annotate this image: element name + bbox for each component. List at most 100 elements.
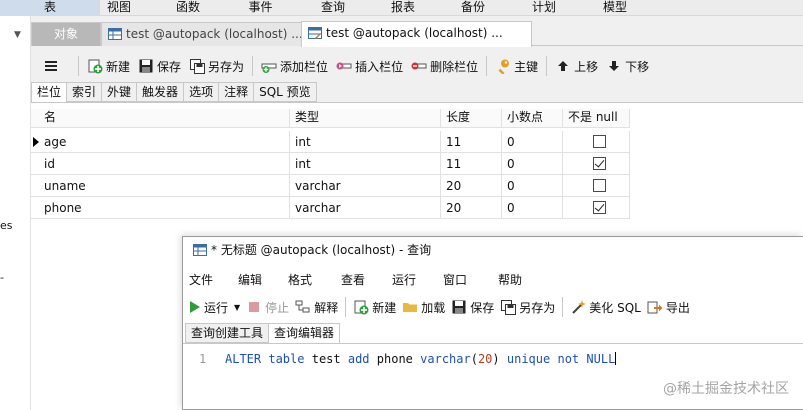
cell-name[interactable]: uname	[39, 175, 290, 197]
tab-options[interactable]: 选项	[184, 82, 220, 102]
sql-token: not	[557, 352, 580, 366]
header-name[interactable]: 名	[39, 109, 290, 128]
tab-fields[interactable]: 栏位	[31, 82, 68, 102]
table-row[interactable]: id int 11 0	[31, 153, 689, 175]
cell-decimals[interactable]: 0	[502, 153, 563, 175]
cell-type[interactable]: varchar	[290, 197, 441, 219]
menu-help[interactable]: 帮助	[498, 271, 538, 289]
table-row[interactable]: age int 11 0	[31, 131, 689, 153]
menu-table[interactable]: 表	[0, 0, 100, 16]
collapse-triangle-icon[interactable]: ▼	[14, 30, 21, 40]
menu-format[interactable]: 格式	[288, 271, 341, 289]
beautify-sql-button[interactable]: 美化 SQL	[567, 295, 644, 319]
sql-editor[interactable]: 1 ALTER table test add phone varchar(20)…	[183, 343, 803, 410]
tab-sql-preview[interactable]: SQL 预览	[254, 82, 317, 102]
table-row[interactable]: uname varchar 20 0	[31, 175, 689, 197]
menu-view[interactable]: 视图	[100, 0, 138, 16]
menu-edit[interactable]: 编辑	[238, 271, 288, 289]
tab-table-1-label: test @autopack (localhost) ...	[126, 27, 303, 41]
new-button[interactable]: 新建	[83, 54, 134, 78]
tab-objects-label: 对象	[53, 27, 78, 41]
new-icon	[88, 59, 103, 74]
export-button[interactable]: 导出	[644, 295, 693, 319]
save-icon	[452, 300, 466, 314]
cell-length[interactable]: 20	[441, 175, 502, 197]
not-null-checkbox[interactable]	[593, 179, 606, 192]
hamburger-menu-button[interactable]	[31, 54, 74, 78]
not-null-checkbox[interactable]	[593, 135, 606, 148]
tab-comment[interactable]: 注释	[219, 82, 255, 102]
tab-triggers[interactable]: 触发器	[137, 82, 185, 102]
tab-query-editor[interactable]: 查询编辑器	[269, 323, 341, 343]
move-up-button[interactable]: 上移	[551, 54, 602, 78]
tab-table-2[interactable]: test @autopack (localhost) ...	[301, 21, 532, 47]
query-new-button[interactable]: 新建	[350, 295, 399, 319]
menu-window[interactable]: 窗口	[443, 271, 498, 289]
query-window-titlebar[interactable]: * 无标题 @autopack (localhost) - 查询	[183, 237, 803, 264]
cell-name[interactable]: id	[39, 153, 290, 175]
tab-objects[interactable]: 对象	[31, 22, 101, 46]
export-icon	[647, 301, 663, 314]
save-as-button[interactable]: 另存为	[185, 54, 248, 78]
table-row[interactable]: phone varchar 20 0	[31, 197, 689, 219]
cell-type[interactable]: int	[290, 153, 441, 175]
cell-type[interactable]: int	[290, 131, 441, 153]
sql-token: varchar	[420, 352, 471, 366]
designer-subtabs: 栏位 索引 外键 触发器 选项 注释 SQL 预览	[31, 82, 317, 102]
toolbar-separator	[78, 56, 79, 76]
move-down-button[interactable]: 下移	[602, 54, 653, 78]
cell-length[interactable]: 20	[441, 197, 502, 219]
menu-query[interactable]: 查询	[283, 0, 383, 16]
sql-code-line[interactable]: ALTER table test add phone varchar(20) u…	[225, 352, 617, 366]
query-save-as-button[interactable]: 另存为	[497, 295, 558, 319]
cell-decimals[interactable]: 0	[502, 175, 563, 197]
cell-decimals[interactable]: 0	[502, 131, 563, 153]
load-button[interactable]: 加载	[399, 295, 448, 319]
delete-field-button[interactable]: 删除栏位	[407, 54, 482, 78]
explain-button[interactable]: 解释	[292, 295, 341, 319]
run-dropdown-chevron-icon[interactable]: ▼	[234, 303, 240, 312]
not-null-checkbox[interactable]	[593, 157, 606, 170]
watermark: @稀土掘金技术社区	[663, 381, 789, 397]
menu-function[interactable]: 函数	[138, 0, 238, 16]
menu-report[interactable]: 报表	[383, 0, 423, 16]
stop-button[interactable]: 停止	[243, 295, 292, 319]
menu-model[interactable]: 模型	[565, 0, 665, 16]
header-type[interactable]: 类型	[290, 109, 441, 128]
query-menubar: 文件 编辑 格式 查看 运行 窗口 帮助	[183, 271, 538, 289]
menu-event[interactable]: 事件	[238, 0, 283, 16]
cell-length[interactable]: 11	[441, 131, 502, 153]
header-decimals[interactable]: 小数点	[502, 109, 563, 128]
query-save-button[interactable]: 保存	[448, 295, 497, 319]
primary-key-button[interactable]: 主键	[491, 54, 542, 78]
cell-type[interactable]: varchar	[290, 175, 441, 197]
grid-header-row: 名 类型 长度 小数点 不是 null	[31, 109, 689, 131]
not-null-checkbox[interactable]	[593, 201, 606, 214]
tab-table-1[interactable]: test @autopack (localhost) ...	[101, 22, 333, 46]
tab-query-builder[interactable]: 查询创建工具	[185, 323, 270, 343]
toolbar-separator	[486, 56, 488, 76]
cell-name[interactable]: age	[39, 131, 290, 153]
cell-not-null	[563, 153, 630, 175]
cell-decimals[interactable]: 0	[502, 197, 563, 219]
run-button[interactable]: 运行 ▼	[183, 295, 243, 319]
sql-token: phone	[376, 352, 413, 366]
save-button[interactable]: 保存	[134, 54, 185, 78]
query-save-label: 保存	[470, 300, 495, 315]
cell-length[interactable]: 11	[441, 153, 502, 175]
menu-schedule[interactable]: 计划	[523, 0, 565, 16]
tab-foreign-keys[interactable]: 外键	[102, 82, 138, 102]
menu-run[interactable]: 运行	[392, 271, 443, 289]
menu-file[interactable]: 文件	[189, 271, 238, 289]
delete-field-icon	[411, 62, 427, 70]
toolbar-separator	[546, 56, 548, 76]
header-not-null[interactable]: 不是 null	[563, 109, 630, 128]
menu-backup[interactable]: 备份	[423, 0, 523, 16]
tab-indexes[interactable]: 索引	[67, 82, 103, 102]
add-field-button[interactable]: 添加栏位	[257, 54, 332, 78]
menu-view-q[interactable]: 查看	[341, 271, 392, 289]
header-length[interactable]: 长度	[441, 109, 502, 128]
cell-name[interactable]: phone	[39, 197, 290, 219]
insert-field-button[interactable]: 插入栏位	[332, 54, 407, 78]
gutter-text-2: -	[0, 271, 4, 284]
